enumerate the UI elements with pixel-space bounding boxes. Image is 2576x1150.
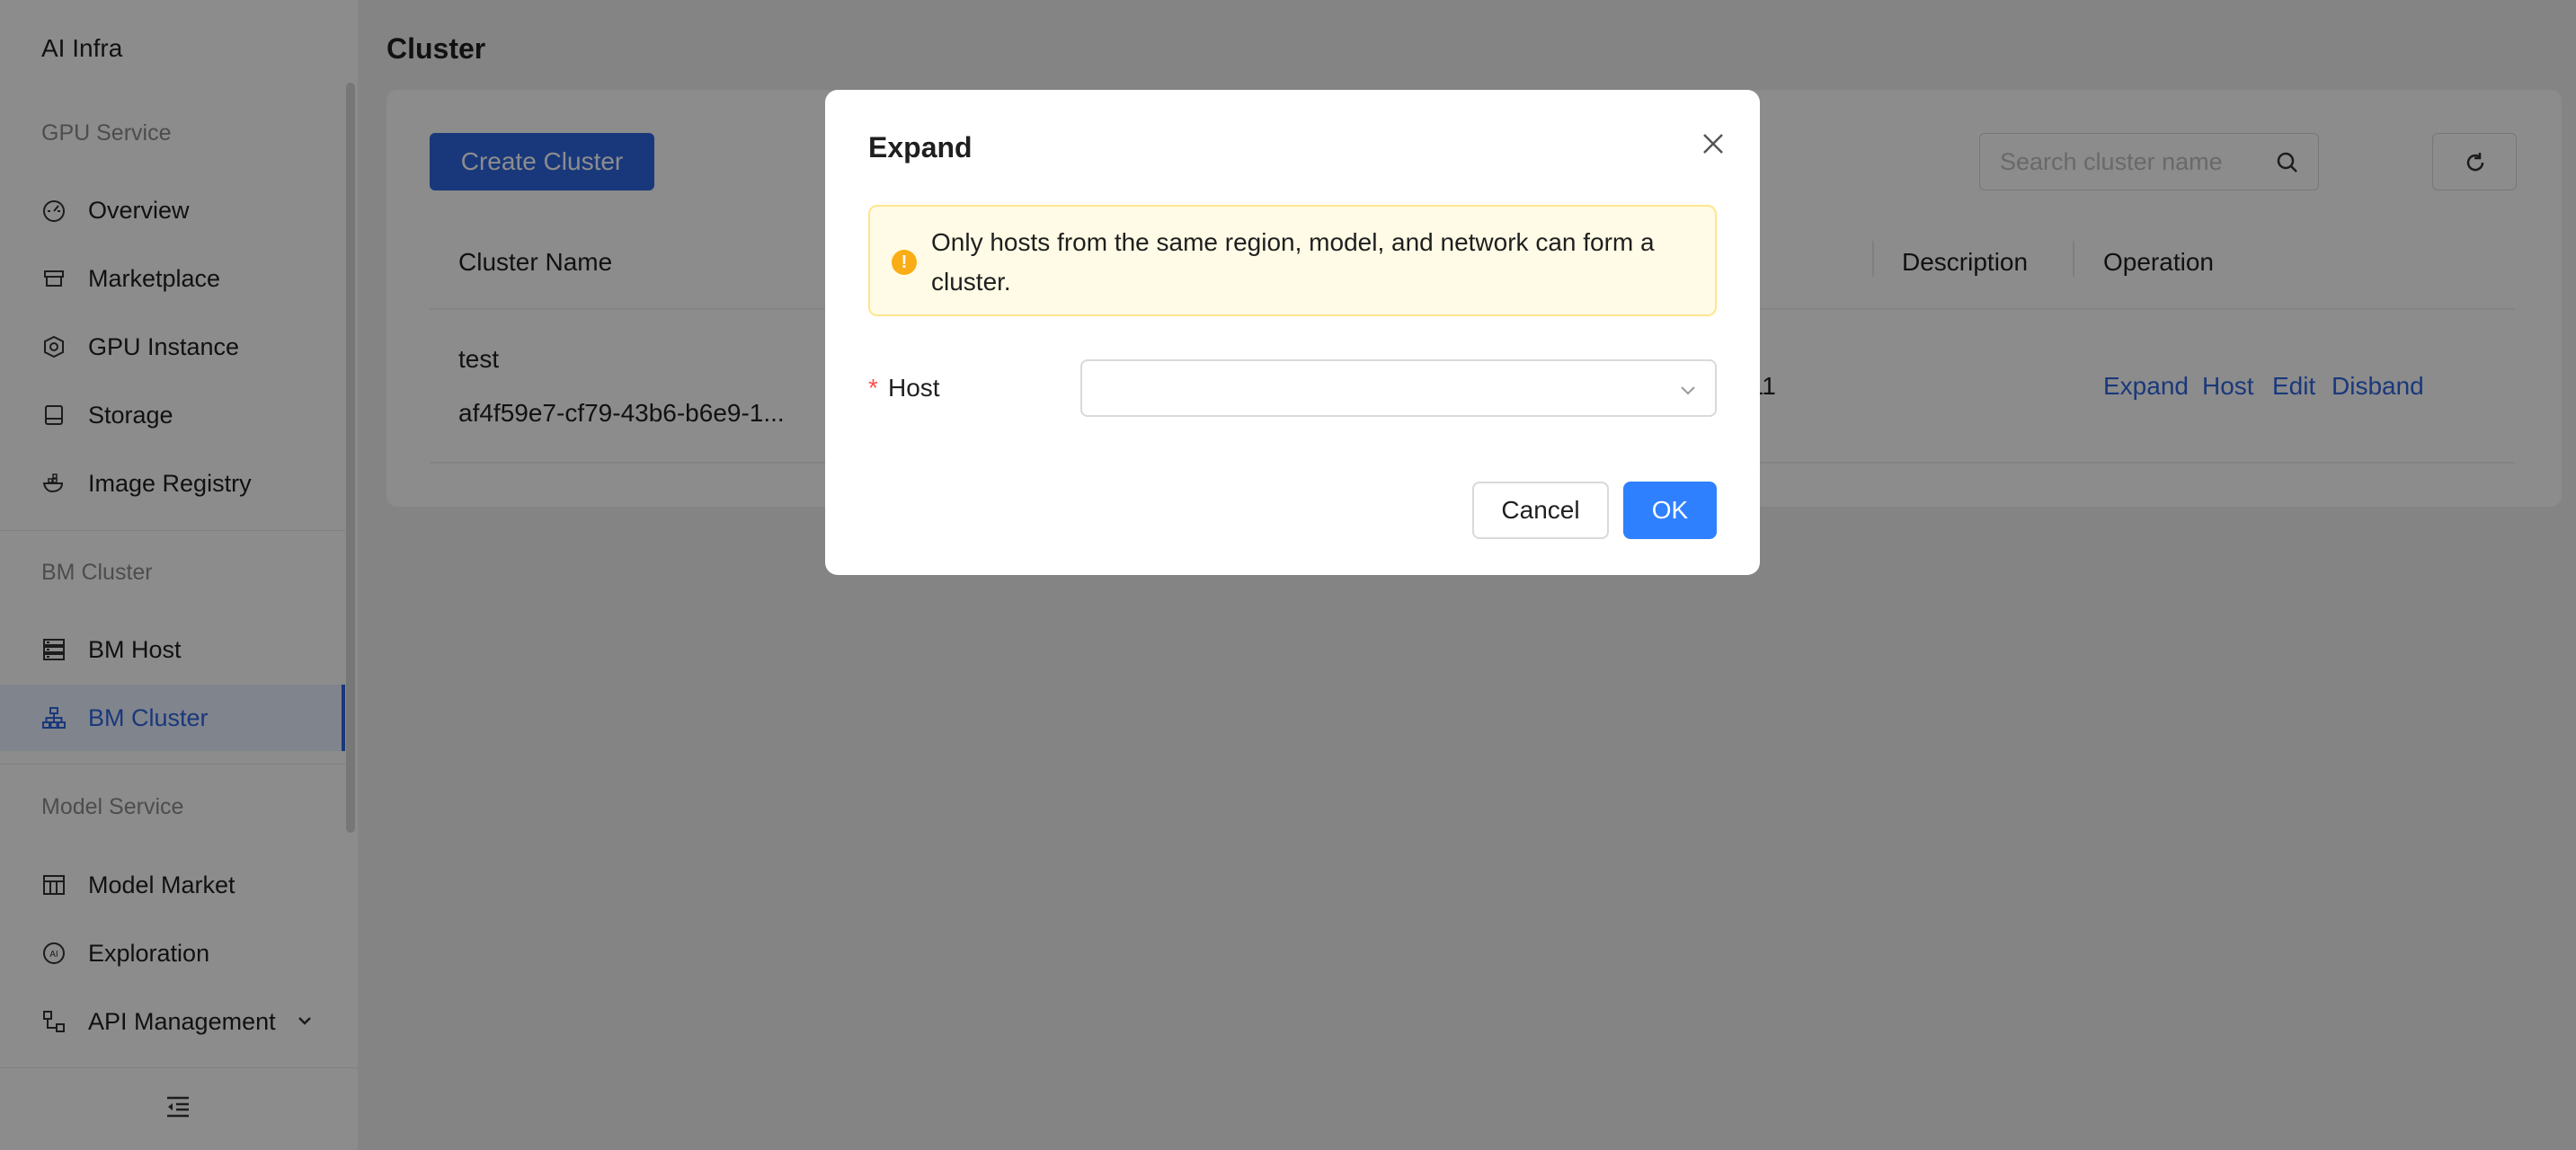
- exclamation-icon: !: [892, 250, 917, 275]
- host-label: Host: [888, 374, 940, 402]
- close-icon[interactable]: [1695, 126, 1731, 162]
- modal-title: Expand: [868, 131, 973, 164]
- ok-button[interactable]: OK: [1623, 482, 1717, 539]
- chevron-down-icon: [1681, 386, 1695, 395]
- cancel-button[interactable]: Cancel: [1472, 482, 1609, 539]
- host-select[interactable]: [1080, 359, 1717, 417]
- warning-alert: ! Only hosts from the same region, model…: [868, 205, 1717, 316]
- expand-modal: Expand ! Only hosts from the same region…: [825, 90, 1760, 575]
- required-mark: *: [868, 374, 878, 402]
- alert-message: Only hosts from the same region, model, …: [931, 228, 1655, 296]
